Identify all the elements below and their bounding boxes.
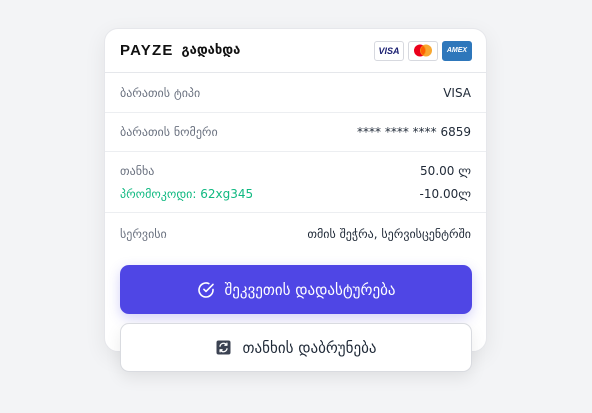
promo-value: -10.00ლ <box>419 186 471 201</box>
card-number-value: **** **** **** 6859 <box>357 125 471 139</box>
check-circle-icon <box>197 281 215 299</box>
payze-logo: PAYZE <box>120 42 174 59</box>
refund-label: თანხის დაბრუნება <box>242 338 377 357</box>
card-type-value: VISA <box>443 85 471 100</box>
confirm-order-button[interactable]: შეკვეთის დადასტურება <box>120 265 472 314</box>
card-number-label: ბარათის ნომერი <box>120 125 218 139</box>
confirm-order-label: შეკვეთის დადასტურება <box>224 280 396 299</box>
payment-header: PAYZE გადახდა VISA AMEX <box>105 29 486 73</box>
amex-logo-icon: AMEX <box>442 40 472 61</box>
service-label: სერვისი <box>120 227 167 241</box>
visa-logo-icon: VISA <box>374 40 404 61</box>
service-row: სერვისი თმის შეჭრა, სერვისცენტრში <box>105 213 486 255</box>
mastercard-logo-icon <box>408 40 438 61</box>
promo-row: პრომოკოდი: 62xg345 -10.00ლ <box>120 187 471 201</box>
card-type-row: ბარათის ტიპი VISA <box>105 73 486 113</box>
promo-label: პრომოკოდი: 62xg345 <box>120 186 254 201</box>
page-title: გადახდა <box>181 43 241 58</box>
card-number-row: ბარათის ნომერი **** **** **** 6859 <box>105 113 486 152</box>
amount-row: თანხა 50.00 ლ <box>120 164 471 178</box>
amount-value: 50.00 ლ <box>420 163 471 178</box>
card-type-label: ბარათის ტიპი <box>120 85 201 100</box>
amount-label: თანხა <box>120 163 155 178</box>
card-brands: VISA AMEX <box>374 40 472 61</box>
service-value: თმის შეჭრა, სერვისცენტრში <box>307 227 471 241</box>
brand: PAYZE გადახდა <box>120 42 240 59</box>
refund-icon <box>216 340 231 355</box>
refund-button[interactable]: თანხის დაბრუნება <box>120 323 472 372</box>
amount-section: თანხა 50.00 ლ პრომოკოდი: 62xg345 -10.00ლ <box>105 152 486 213</box>
